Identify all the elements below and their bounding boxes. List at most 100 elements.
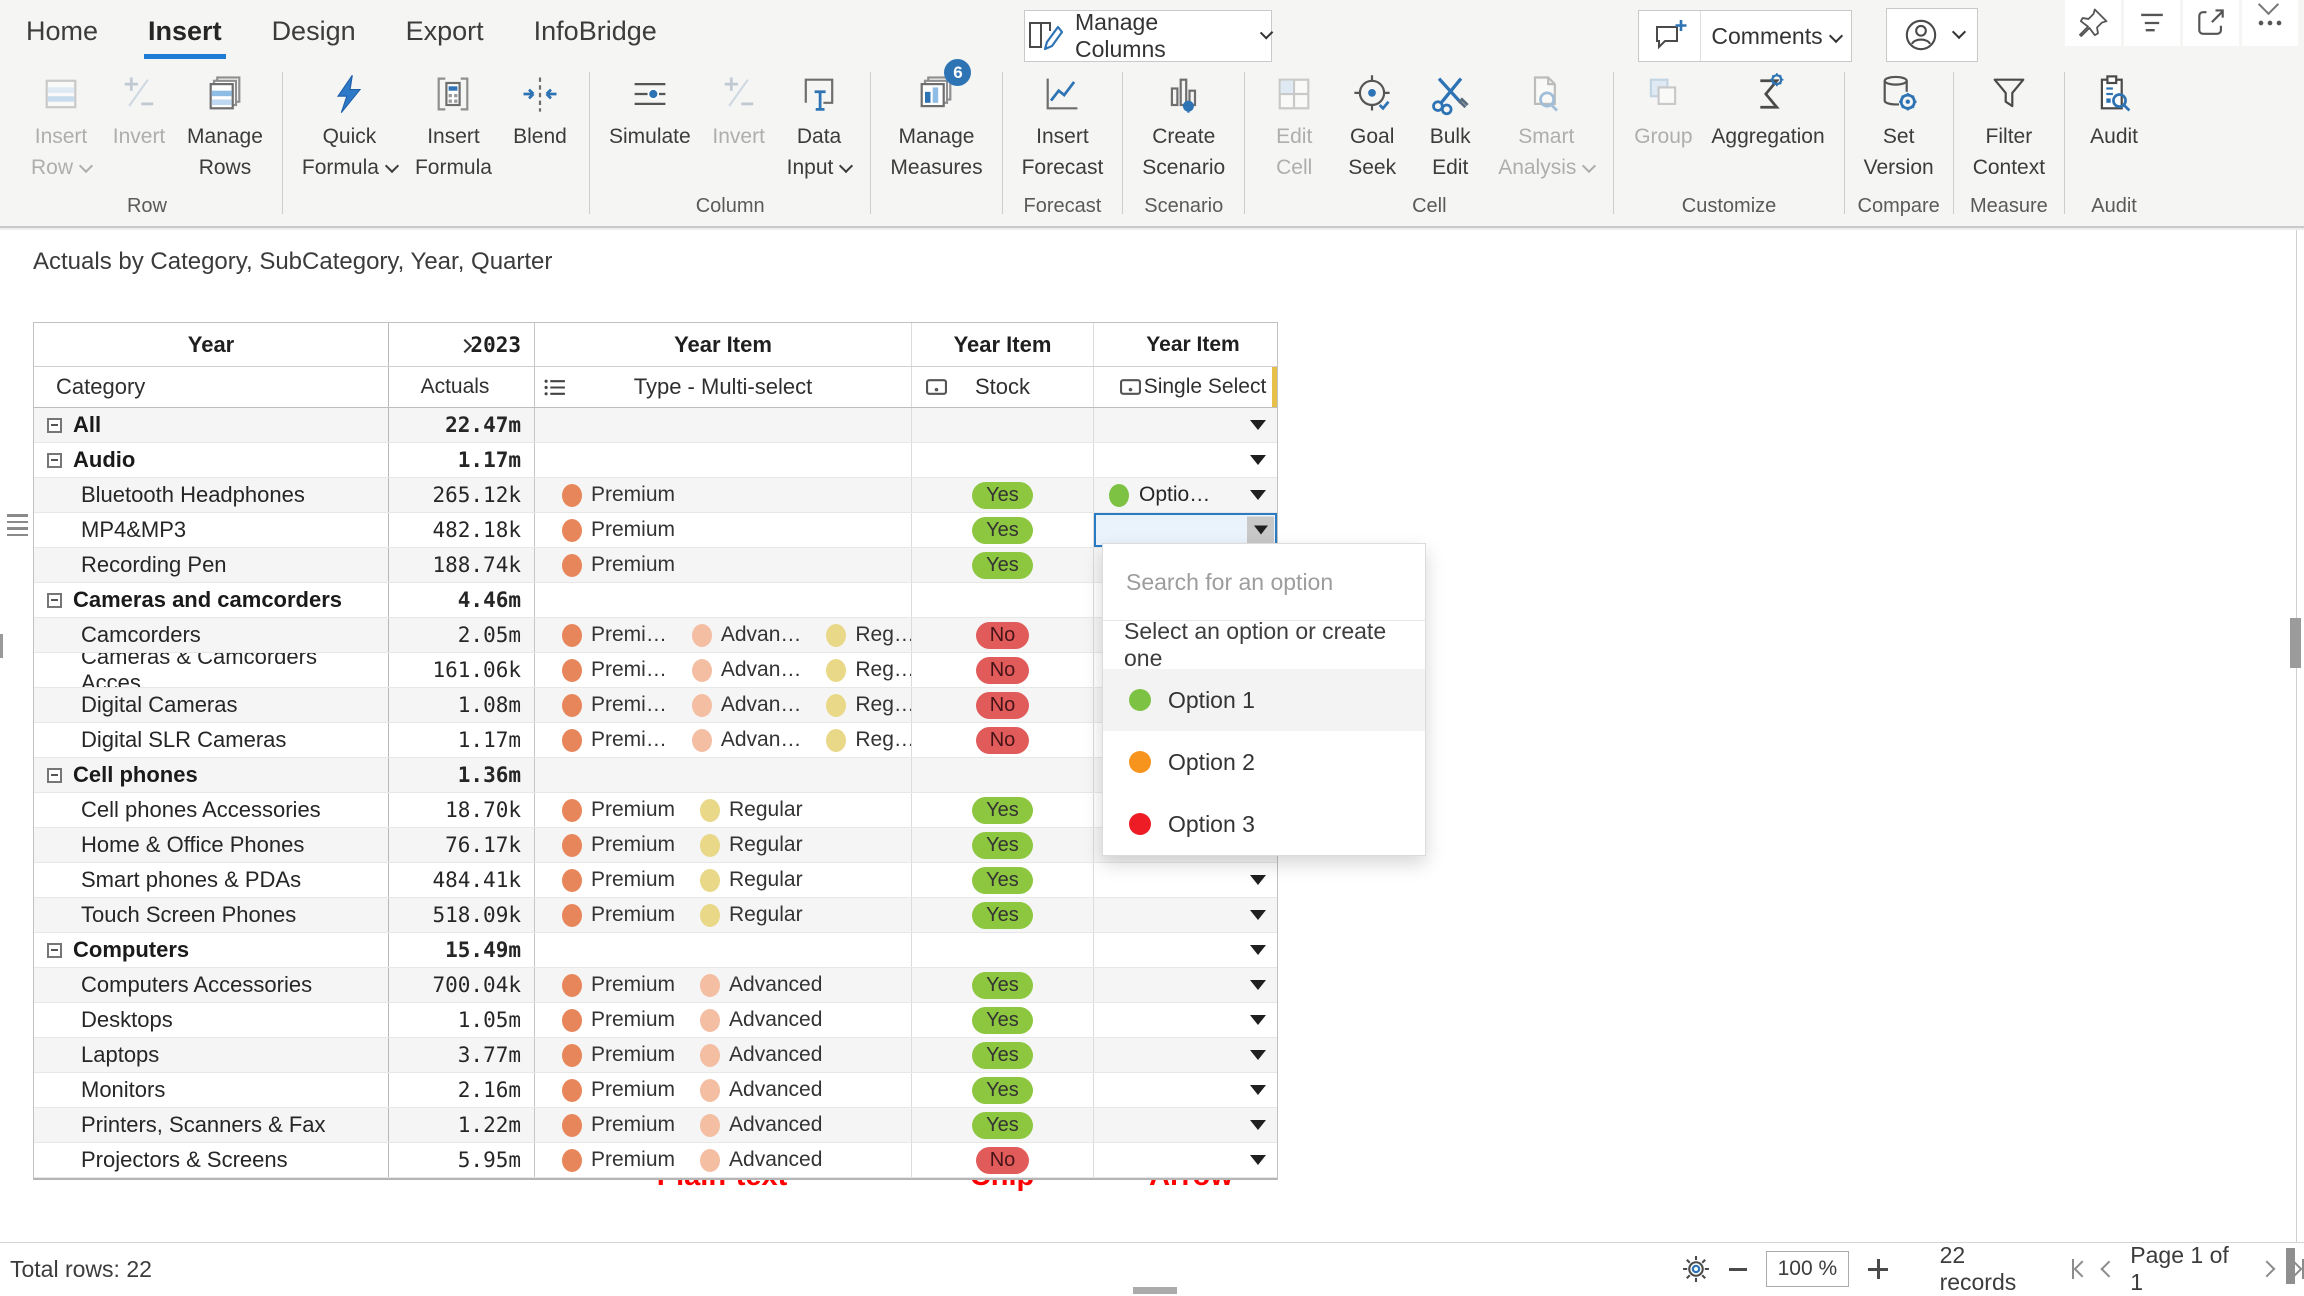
stock-cell[interactable]: No <box>912 723 1094 757</box>
horizontal-scrollbar-thumb[interactable] <box>1133 1287 1177 1294</box>
actuals-cell[interactable]: 1.22m <box>389 1108 535 1142</box>
first-page-button[interactable] <box>2072 1259 2091 1279</box>
type-cell[interactable]: Premium <box>535 478 912 512</box>
ribbon-button-set-version[interactable]: Set Version <box>1857 68 1941 183</box>
header-category[interactable]: Category <box>34 367 389 407</box>
stock-cell[interactable]: Yes <box>912 1003 1094 1037</box>
category-cell[interactable]: Printers, Scanners & Fax <box>34 1108 389 1142</box>
type-cell[interactable]: Premium Advanced <box>535 1003 912 1037</box>
ribbon-button-manage-rows[interactable]: Manage Rows <box>180 68 270 183</box>
category-cell[interactable]: Touch Screen Phones <box>34 898 389 932</box>
collapse-icon[interactable] <box>47 767 62 783</box>
header-year-item-2[interactable]: Year Item <box>912 323 1094 366</box>
type-cell[interactable] <box>535 583 912 617</box>
actuals-cell[interactable]: 1.05m <box>389 1003 535 1037</box>
category-cell[interactable]: All <box>34 408 389 442</box>
dropdown-arrow-icon[interactable] <box>1250 1155 1266 1165</box>
type-cell[interactable]: Premium Advanced <box>535 1073 912 1107</box>
actuals-cell[interactable]: 700.04k <box>389 968 535 1002</box>
dropdown-button[interactable] <box>1247 516 1274 544</box>
collapse-icon[interactable] <box>47 592 62 608</box>
actuals-cell[interactable]: 2.16m <box>389 1073 535 1107</box>
single-select-cell[interactable] <box>1094 1038 1277 1072</box>
dropdown-arrow-icon[interactable] <box>1250 1050 1266 1060</box>
vertical-scrollbar-track[interactable] <box>2296 230 2297 1242</box>
collapse-icon[interactable] <box>47 942 62 958</box>
ribbon-button-aggregation[interactable]: Aggregation <box>1704 68 1831 183</box>
tab-home[interactable]: Home <box>24 14 100 57</box>
stock-cell[interactable] <box>912 758 1094 792</box>
ribbon-button-goal-seek[interactable]: Goal Seek <box>1335 68 1409 183</box>
header-2023[interactable]: 2023 <box>389 323 535 366</box>
settings-gear-icon[interactable] <box>1682 1255 1710 1283</box>
tab-design[interactable]: Design <box>270 14 358 57</box>
stock-cell[interactable]: No <box>912 688 1094 722</box>
single-select-cell[interactable] <box>1094 968 1277 1002</box>
stock-cell[interactable]: Yes <box>912 968 1094 1002</box>
category-cell[interactable]: Cameras & Camcorders Acces… <box>34 653 389 687</box>
actuals-cell[interactable]: 1.36m <box>389 758 535 792</box>
header-year[interactable]: Year <box>34 323 389 366</box>
type-cell[interactable]: Premium Regular <box>535 793 912 827</box>
actuals-cell[interactable]: 161.06k <box>389 653 535 687</box>
stock-cell[interactable] <box>912 408 1094 442</box>
type-cell[interactable] <box>535 758 912 792</box>
stock-cell[interactable]: Yes <box>912 863 1094 897</box>
type-cell[interactable] <box>535 933 912 967</box>
stock-cell[interactable]: Yes <box>912 898 1094 932</box>
actuals-cell[interactable]: 518.09k <box>389 898 535 932</box>
single-select-cell[interactable]: Optio… <box>1094 478 1277 512</box>
stock-cell[interactable]: No <box>912 1143 1094 1177</box>
type-cell[interactable]: Premium Advanced <box>535 1108 912 1142</box>
manage-columns-button[interactable]: Manage Columns <box>1024 9 1274 62</box>
header-year-item-1[interactable]: Year Item <box>535 323 912 366</box>
type-cell[interactable]: Premi… Advan… Reg… <box>535 618 912 652</box>
single-select-cell[interactable] <box>1094 513 1277 547</box>
category-cell[interactable]: Digital Cameras <box>34 688 389 722</box>
single-select-cell[interactable] <box>1094 408 1277 442</box>
actuals-cell[interactable]: 265.12k <box>389 478 535 512</box>
header-year-item-3[interactable]: Year Item <box>1094 323 1277 366</box>
actuals-cell[interactable]: 3.77m <box>389 1038 535 1072</box>
stock-cell[interactable] <box>912 443 1094 477</box>
ribbon-button-data-input[interactable]: Data Input <box>780 68 859 183</box>
header-single-select[interactable]: Single Select <box>1094 367 1277 407</box>
single-select-cell[interactable] <box>1094 1003 1277 1037</box>
tab-infobridge[interactable]: InfoBridge <box>532 14 659 57</box>
filter-lines-icon[interactable] <box>2124 0 2180 46</box>
actuals-cell[interactable]: 484.41k <box>389 863 535 897</box>
zoom-out-button[interactable] <box>1729 1267 1747 1271</box>
ribbon-button-simulate[interactable]: Simulate <box>602 68 698 183</box>
category-cell[interactable]: Projectors & Screens <box>34 1143 389 1177</box>
type-cell[interactable]: Premium Advanced <box>535 968 912 1002</box>
category-cell[interactable]: Digital SLR Cameras <box>34 723 389 757</box>
actuals-cell[interactable]: 1.17m <box>389 443 535 477</box>
tab-insert[interactable]: Insert <box>144 14 226 59</box>
dropdown-arrow-icon[interactable] <box>1250 1120 1266 1130</box>
actuals-cell[interactable]: 4.46m <box>389 583 535 617</box>
next-page-button[interactable] <box>2258 1260 2276 1278</box>
header-stock[interactable]: Stock <box>912 367 1094 407</box>
dropdown-arrow-icon[interactable] <box>1250 420 1266 430</box>
category-cell[interactable]: Cameras and camcorders <box>34 583 389 617</box>
ribbon-button-filter-context[interactable]: Filter Context <box>1966 68 2052 183</box>
dropdown-arrow-icon[interactable] <box>1250 910 1266 920</box>
type-cell[interactable]: Premium Regular <box>535 898 912 932</box>
focus-mode-icon[interactable] <box>2183 0 2239 46</box>
ribbon-button-blend[interactable]: Blend <box>503 68 577 183</box>
actuals-cell[interactable]: 18.70k <box>389 793 535 827</box>
ribbon-button-bulk-edit[interactable]: Bulk Edit <box>1413 68 1487 183</box>
stock-cell[interactable] <box>912 933 1094 967</box>
dropdown-arrow-icon[interactable] <box>1250 875 1266 885</box>
header-type-multiselect[interactable]: Type - Multi-select <box>535 367 912 407</box>
category-cell[interactable]: Computers <box>34 933 389 967</box>
actuals-cell[interactable]: 188.74k <box>389 548 535 582</box>
type-cell[interactable]: Premium Regular <box>535 828 912 862</box>
type-cell[interactable]: Premi… Advan… Reg… <box>535 653 912 687</box>
pin-icon[interactable] <box>2065 0 2121 46</box>
category-cell[interactable]: Cell phones <box>34 758 389 792</box>
dropdown-option-option-2[interactable]: Option 2 <box>1103 731 1425 793</box>
stock-cell[interactable] <box>912 583 1094 617</box>
stock-cell[interactable]: Yes <box>912 478 1094 512</box>
type-cell[interactable]: Premium <box>535 513 912 547</box>
